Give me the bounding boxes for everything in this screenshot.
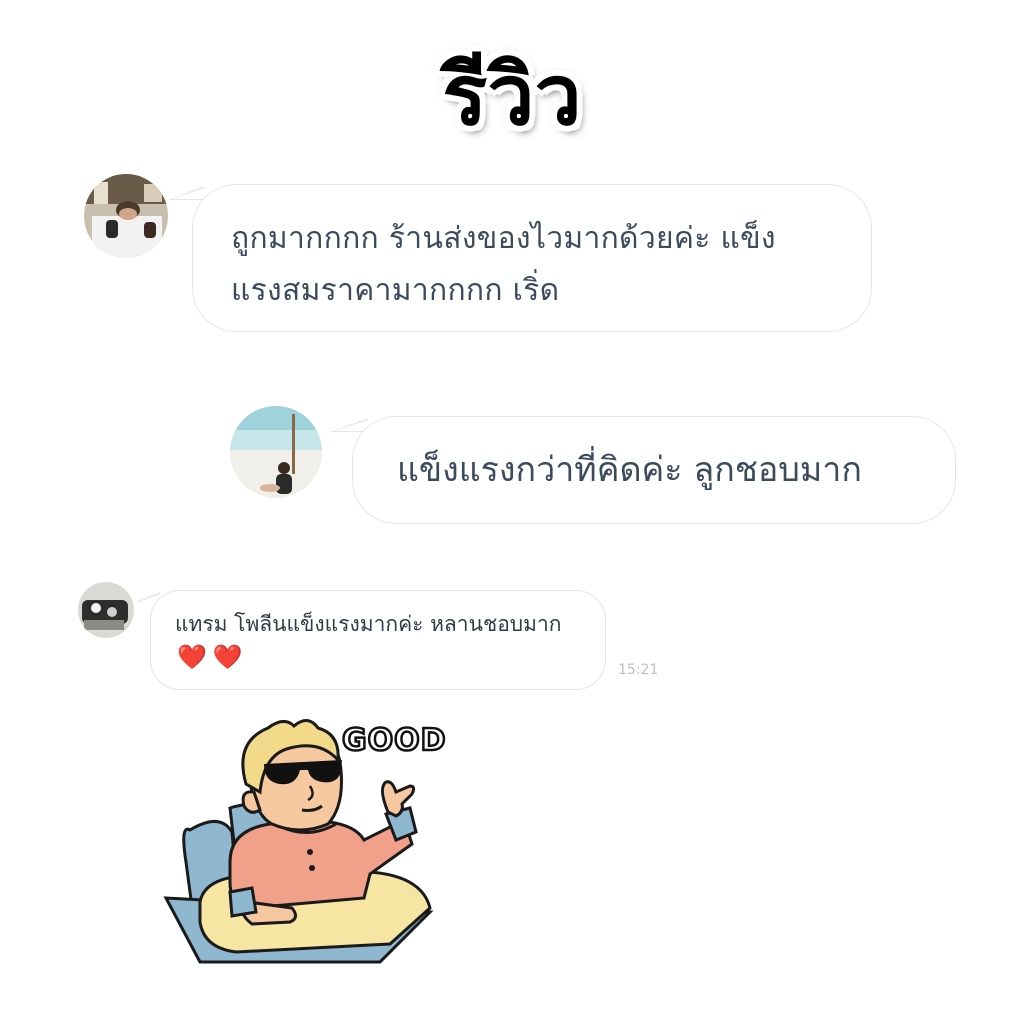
message-text-1: ถูกมากกกก ร้านส่งของไวมากด้วยค่ะ แข็ง แร… — [231, 213, 841, 317]
message-1-line-2: แรงสมราคามากกกก เริ่ด — [231, 273, 560, 308]
message-timestamp: 15:21 — [618, 662, 659, 678]
message-text-2: แข็งแรงกว่าที่คิดค่ะ ลูกชอบมาก — [397, 450, 862, 490]
good-sticker[interactable]: GOOD — [160, 712, 480, 972]
avatar-photo-icon — [84, 174, 168, 258]
baby-sunglasses-sticker-icon: GOOD — [163, 719, 447, 964]
page-title: รีวิว — [442, 46, 582, 144]
avatar-photo-icon — [78, 582, 134, 638]
message-1-line-1: ถูกมากกกก ร้านส่งของไวมากด้วยค่ะ แข็ง — [231, 221, 776, 256]
message-bubble-1[interactable]: ถูกมากกกก ร้านส่งของไวมากด้วยค่ะ แข็ง แร… — [192, 184, 872, 332]
avatar-beach-photo-icon — [230, 406, 322, 498]
heart-emoji: ❤️❤️ — [177, 643, 249, 671]
sticker-caption: GOOD — [342, 723, 447, 758]
message-bubble-2[interactable]: แข็งแรงกว่าที่คิดค่ะ ลูกชอบมาก — [352, 416, 956, 524]
review-page: รีวิว ถูกมากกกก ร้านส่งของไวมากด้วยค่ะ แ… — [0, 0, 1024, 1024]
message-bubble-3[interactable]: แทรม โพลีนแข็งแรงมากค่ะ หลานชอบมาก ❤️❤️ — [150, 590, 606, 690]
avatar-user-3[interactable] — [78, 582, 134, 638]
avatar-user-2[interactable] — [230, 406, 322, 498]
message-text-3: แทรม โพลีนแข็งแรงมากค่ะ หลานชอบมาก — [175, 612, 562, 636]
bubble-tail-1-fill — [172, 188, 204, 199]
avatar-user-1[interactable] — [84, 174, 168, 258]
